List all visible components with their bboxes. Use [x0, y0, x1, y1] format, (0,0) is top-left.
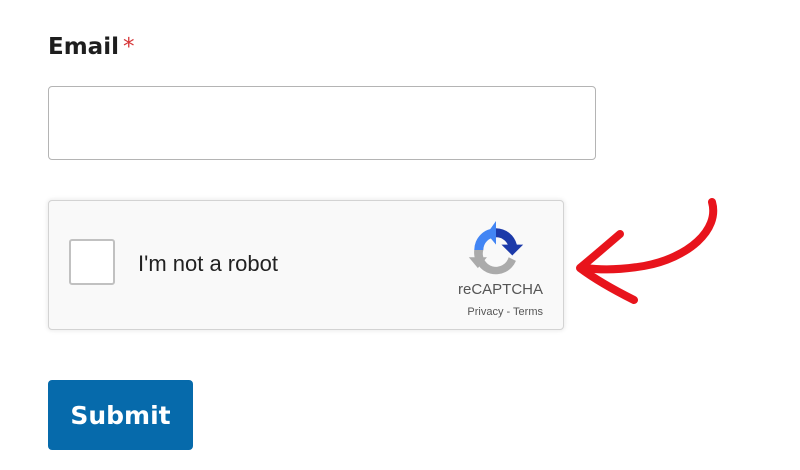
email-label-text: Email [48, 34, 119, 60]
recaptcha-links: Privacy - Terms [467, 305, 543, 319]
recaptcha-label: I'm not a robot [138, 251, 278, 276]
submit-button[interactable]: Submit [48, 380, 193, 450]
terms-link[interactable]: Terms [513, 306, 543, 318]
recaptcha-widget: I'm not a robot reCAPTCHA Privacy - Term… [48, 200, 564, 330]
recaptcha-logo-icon [468, 221, 524, 275]
hand-drawn-arrow-icon [576, 198, 718, 304]
email-label: Email * [48, 30, 134, 64]
links-separator: - [503, 306, 514, 318]
email-input[interactable] [48, 86, 596, 160]
privacy-link[interactable]: Privacy [467, 306, 503, 318]
required-marker: * [122, 34, 135, 60]
recaptcha-checkbox[interactable] [69, 239, 115, 285]
recaptcha-brand: reCAPTCHA [457, 281, 543, 298]
